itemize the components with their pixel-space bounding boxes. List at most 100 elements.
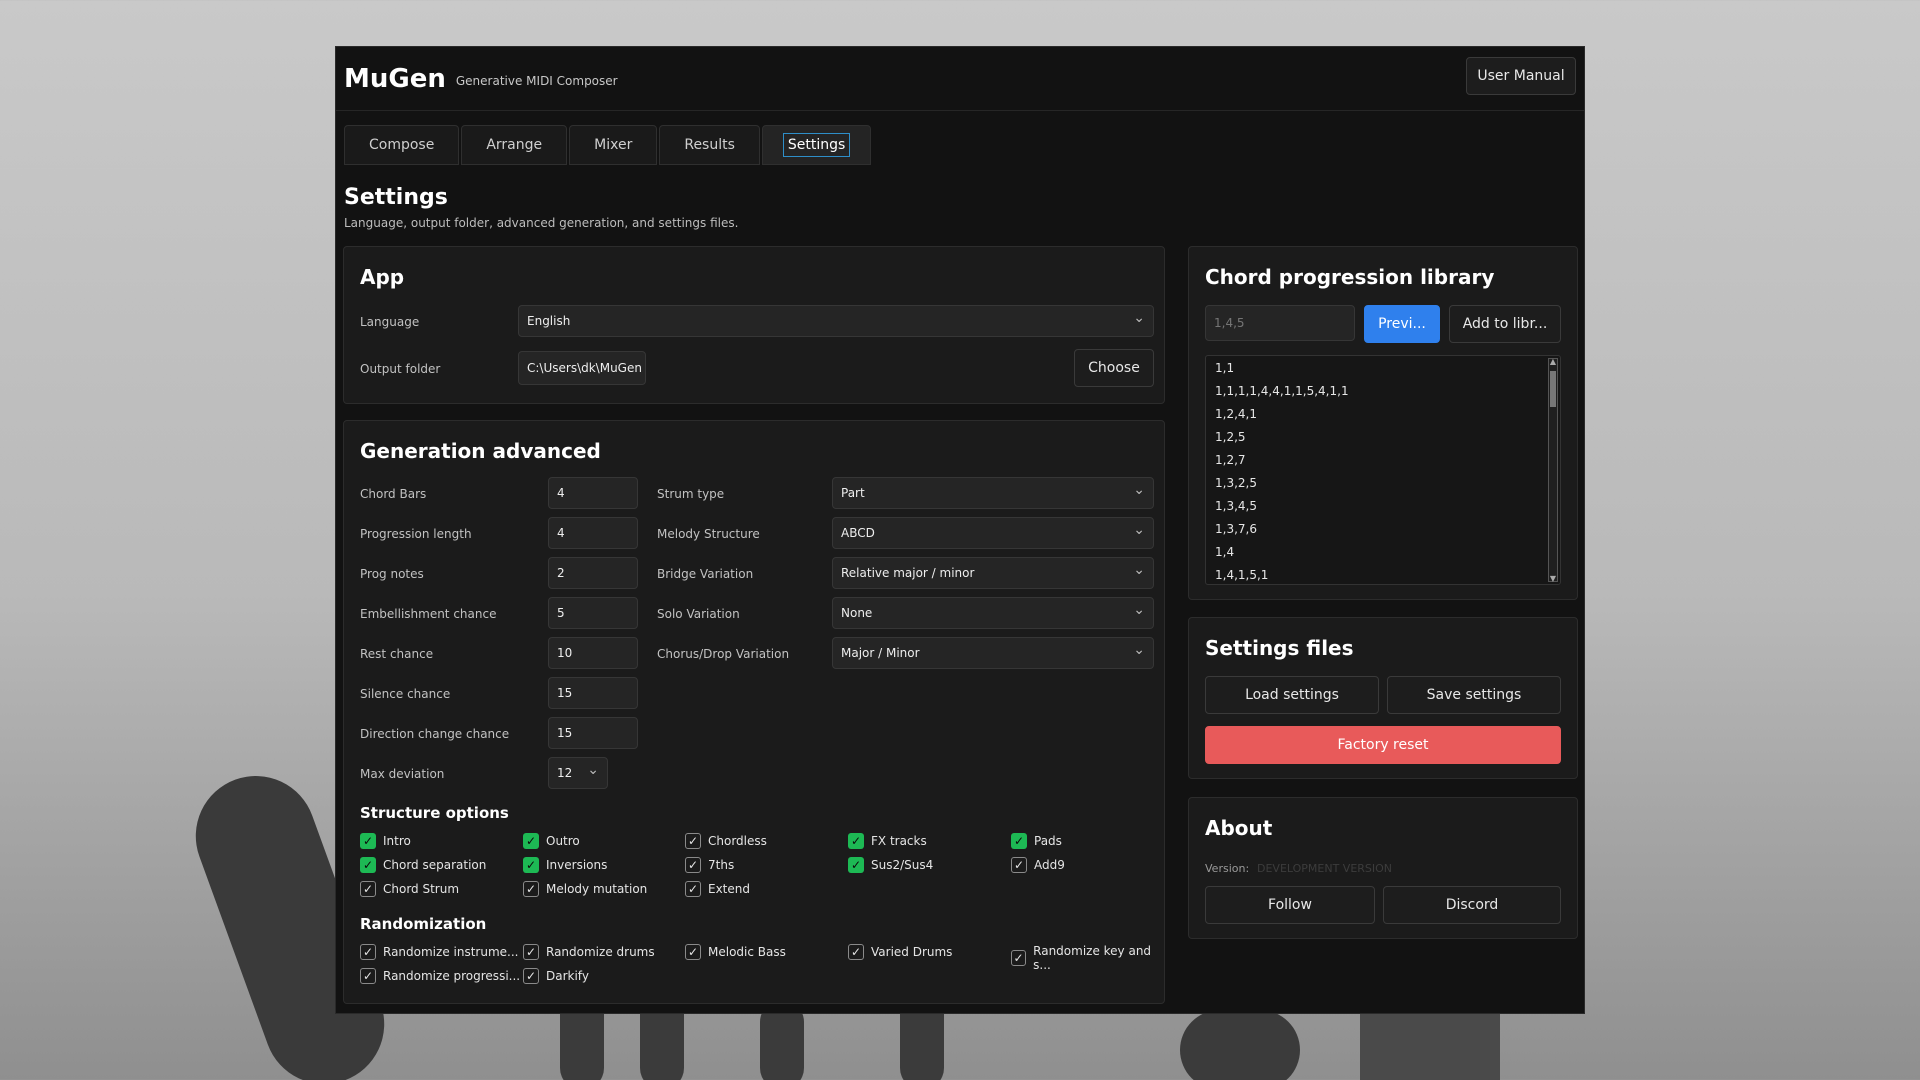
- preview-button[interactable]: Previ...: [1364, 305, 1440, 343]
- gen-field-label: Prog notes: [360, 567, 424, 581]
- list-item[interactable]: 1,3,2,5: [1206, 471, 1560, 494]
- gen-variation-select[interactable]: ABCD: [832, 517, 1154, 549]
- gen-variation-value: Part: [841, 486, 865, 500]
- add-to-library-button[interactable]: Add to libr...: [1449, 305, 1561, 343]
- structure-checkbox[interactable]: ✓ Melody mutation: [523, 881, 647, 897]
- gen-variation-value: Major / Minor: [841, 646, 920, 660]
- choose-folder-button[interactable]: Choose: [1074, 349, 1154, 387]
- check-icon: ✓: [1011, 833, 1027, 849]
- user-manual-button[interactable]: User Manual: [1466, 57, 1576, 95]
- tab-results[interactable]: Results: [659, 125, 760, 165]
- randomization-checkbox[interactable]: ✓ Randomize drums: [523, 944, 655, 960]
- app-panel-title: App: [360, 265, 405, 289]
- checkbox-label: Chordless: [708, 834, 767, 848]
- app-window: MuGen Generative MIDI Composer User Manu…: [335, 46, 1585, 1014]
- gen-variation-value: Relative major / minor: [841, 566, 975, 580]
- progression-list[interactable]: 1,1 1,1,1,1,4,4,1,1,5,4,1,1 1,2,4,1 1,2,5 1,…: [1205, 355, 1561, 585]
- gen-number-input[interactable]: 10: [548, 637, 638, 669]
- list-item[interactable]: 1,1,1,1,4,4,1,1,5,4,1,1: [1206, 379, 1560, 402]
- gen-number-input[interactable]: 5: [548, 597, 638, 629]
- structure-checkbox[interactable]: ✓ Inversions: [523, 857, 607, 873]
- tab-compose[interactable]: Compose: [344, 125, 460, 165]
- randomization-checkbox[interactable]: ✓ Melodic Bass: [685, 944, 786, 960]
- structure-checkbox[interactable]: ✓ Sus2/Sus4: [848, 857, 933, 873]
- factory-reset-button[interactable]: Factory reset: [1205, 726, 1561, 764]
- randomization-checkbox[interactable]: ✓ Randomize instrume...: [360, 944, 518, 960]
- randomization-checkbox[interactable]: ✓ Varied Drums: [848, 944, 952, 960]
- structure-checkbox[interactable]: ✓ 7ths: [685, 857, 734, 873]
- checkbox-label: Outro: [546, 834, 580, 848]
- max-deviation-select[interactable]: 12: [548, 757, 608, 789]
- gen-variation-select[interactable]: Major / Minor: [832, 637, 1154, 669]
- checkbox-label: Varied Drums: [871, 945, 953, 959]
- scroll-down-icon[interactable]: ▼: [1549, 574, 1557, 583]
- gen-field-value: 15: [557, 686, 573, 700]
- tab-mixer[interactable]: Mixer: [569, 125, 658, 165]
- checkbox-label: Sus2/Sus4: [871, 858, 934, 872]
- chord-library-title: Chord progression library: [1205, 265, 1495, 289]
- list-item[interactable]: 1,4: [1206, 540, 1560, 563]
- list-item[interactable]: 1,3,4,5: [1206, 494, 1560, 517]
- gen-number-input[interactable]: 15: [548, 677, 638, 709]
- check-icon: ✓: [360, 968, 376, 984]
- structure-checkbox[interactable]: ✓ Pads: [1011, 833, 1062, 849]
- randomization-checkbox[interactable]: ✓ Randomize key and s...: [1011, 944, 1164, 972]
- page-title: Settings: [344, 185, 448, 210]
- gen-number-input[interactable]: 4: [548, 517, 638, 549]
- list-item[interactable]: 1,2,4,1: [1206, 402, 1560, 425]
- list-scrollbar[interactable]: ▲ ▼: [1548, 357, 1558, 583]
- list-item[interactable]: 1,2,7: [1206, 448, 1560, 471]
- structure-checkbox[interactable]: ✓ Chord separation: [360, 857, 486, 873]
- app-title: MuGen: [344, 63, 446, 94]
- language-select[interactable]: English: [518, 305, 1154, 337]
- randomization-checkbox[interactable]: ✓ Randomize progressi...: [360, 968, 520, 984]
- save-settings-button[interactable]: Save settings: [1387, 676, 1561, 714]
- gen-variation-label: Chorus/Drop Variation: [657, 647, 790, 661]
- checkbox-label: Randomize drums: [546, 945, 655, 959]
- gen-number-input[interactable]: 15: [548, 717, 638, 749]
- progression-input[interactable]: [1205, 305, 1355, 341]
- structure-checkbox[interactable]: ✓ FX tracks: [848, 833, 927, 849]
- checkbox-label: Chord separation: [383, 858, 487, 872]
- check-icon: ✓: [523, 944, 539, 960]
- checkbox-label: Chord Strum: [383, 882, 460, 896]
- gen-field-value: 4: [557, 526, 565, 540]
- checkbox-label: Extend: [708, 882, 750, 896]
- load-settings-button[interactable]: Load settings: [1205, 676, 1379, 714]
- structure-checkbox[interactable]: ✓ Add9: [1011, 857, 1065, 873]
- check-icon: ✓: [523, 857, 539, 873]
- tab-settings-label: Settings: [782, 133, 851, 157]
- tab-bar: Compose Arrange Mixer Results Settings: [344, 125, 873, 165]
- scroll-thumb[interactable]: [1550, 371, 1556, 407]
- list-item[interactable]: 1,3,7,6: [1206, 517, 1560, 540]
- gen-number-input[interactable]: 4: [548, 477, 638, 509]
- page-heading: Settings Language, output folder, advanc…: [344, 185, 738, 230]
- structure-checkbox[interactable]: ✓ Outro: [523, 833, 580, 849]
- discord-button[interactable]: Discord: [1383, 886, 1561, 924]
- gen-variation-select[interactable]: None: [832, 597, 1154, 629]
- gen-number-input[interactable]: 2: [548, 557, 638, 589]
- structure-checkbox[interactable]: ✓ Extend: [685, 881, 750, 897]
- page-description: Language, output folder, advanced genera…: [344, 216, 739, 230]
- gen-variation-select[interactable]: Relative major / minor: [832, 557, 1154, 589]
- structure-checkbox[interactable]: ✓ Chord Strum: [360, 881, 459, 897]
- structure-checkbox[interactable]: ✓ Intro: [360, 833, 411, 849]
- checkbox-label: FX tracks: [871, 834, 927, 848]
- list-item[interactable]: 1,2,5: [1206, 425, 1560, 448]
- randomization-title: Randomization: [360, 915, 487, 933]
- follow-button[interactable]: Follow: [1205, 886, 1375, 924]
- check-icon: ✓: [848, 833, 864, 849]
- tab-settings[interactable]: Settings: [761, 125, 872, 165]
- gen-variation-label: Bridge Variation: [657, 567, 754, 581]
- tab-arrange[interactable]: Arrange: [461, 125, 568, 165]
- check-icon: ✓: [848, 857, 864, 873]
- settings-files-title: Settings files: [1205, 636, 1354, 660]
- structure-checkbox[interactable]: ✓ Chordless: [685, 833, 767, 849]
- list-item[interactable]: 1,4,1,5,1: [1206, 563, 1560, 584]
- randomization-checkbox[interactable]: ✓ Darkify: [523, 968, 589, 984]
- checkbox-label: Randomize key and s...: [1033, 944, 1152, 972]
- gen-variation-select[interactable]: Part: [832, 477, 1154, 509]
- list-item[interactable]: 1,1: [1206, 356, 1560, 379]
- scroll-up-icon[interactable]: ▲: [1549, 357, 1557, 366]
- output-folder-field[interactable]: C:\Users\dk\MuGen: [518, 351, 646, 385]
